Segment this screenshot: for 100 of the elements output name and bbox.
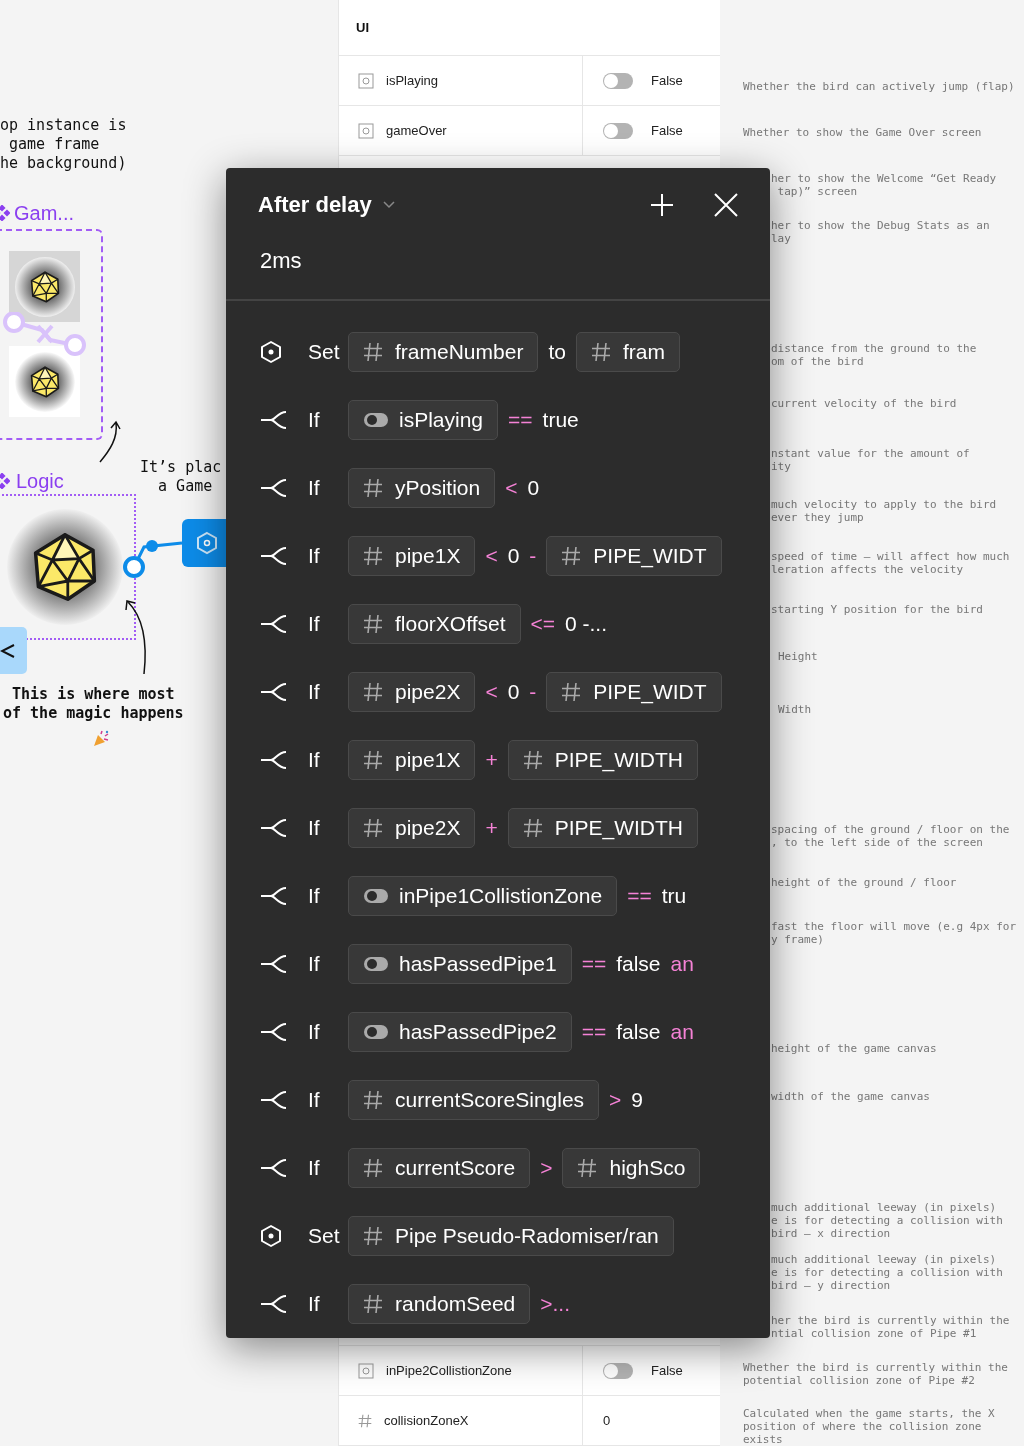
hexagon-icon — [196, 531, 218, 555]
keyword: If — [308, 679, 321, 706]
toggle-switch[interactable] — [603, 1362, 633, 1379]
hash-icon — [577, 1158, 598, 1178]
variable-chip[interactable]: PIPE_WIDTH — [507, 740, 698, 780]
operator: < — [505, 475, 518, 502]
variable-chip[interactable]: Pipe Pseudo-Radomiser/ran — [348, 1216, 674, 1256]
keyword: If — [308, 951, 321, 978]
branch-icon — [260, 750, 288, 770]
branch-icon — [260, 954, 288, 974]
hexagon-icon — [260, 340, 282, 364]
keyword: If — [308, 407, 321, 434]
toggle-switch[interactable] — [603, 72, 633, 89]
trigger-dropdown[interactable]: After delay — [258, 188, 396, 222]
keyword: If — [308, 475, 321, 502]
operator: == — [581, 951, 607, 978]
hash-icon — [363, 478, 383, 498]
variable-chip[interactable]: pipe1X — [348, 536, 476, 576]
variable-description: speed of time – will affect how much leration affects the velocity — [771, 550, 1010, 576]
polyhedron-drawing — [28, 270, 61, 303]
hash-icon — [363, 546, 383, 566]
keyword: Set — [308, 1223, 341, 1250]
keyword: If — [308, 747, 321, 774]
variable-chip[interactable]: pipe2X — [348, 808, 476, 848]
canvas-note: It’s plac a Game — [140, 458, 222, 496]
variable-name: collisionZoneX — [384, 1411, 469, 1430]
branch-icon — [260, 1090, 288, 1110]
keyword: If — [308, 1155, 321, 1182]
variable-description: Width — [778, 703, 812, 716]
operator: < — [485, 543, 498, 570]
branch-icon — [260, 1022, 288, 1042]
boolean-variable-icon — [358, 122, 374, 139]
variable-chip[interactable]: PIPE_WIDTH — [507, 808, 698, 848]
variable-chip[interactable]: isPlaying — [348, 400, 499, 440]
hash-icon — [363, 1158, 383, 1178]
variable-chip[interactable]: randomSeed — [348, 1284, 531, 1324]
variable-description: her to show the Welcome “Get Ready tap)” screen — [771, 172, 997, 198]
variable-chip[interactable]: pipe2X — [348, 672, 476, 712]
operator: an — [670, 1019, 694, 1046]
variable-chip[interactable]: pipe1X — [348, 740, 476, 780]
hash-icon — [363, 342, 383, 362]
variable-name: inPipe2CollistionZone — [386, 1361, 512, 1380]
variable-chip[interactable]: fram — [575, 332, 680, 372]
operator: >... — [540, 1291, 571, 1318]
toggle-switch[interactable] — [603, 122, 633, 139]
keyword: If — [308, 1087, 321, 1114]
variable-chip[interactable]: currentScore — [348, 1148, 531, 1188]
hash-icon — [358, 1413, 372, 1428]
variable-chip[interactable]: currentScoreSingles — [348, 1080, 600, 1120]
keyword: If — [308, 1019, 321, 1046]
branch-icon — [260, 478, 288, 498]
frame-label[interactable]: Logic — [16, 466, 64, 496]
branch-node[interactable] — [0, 627, 27, 674]
toggle-icon — [363, 956, 389, 972]
operator: == — [508, 407, 533, 434]
toggle-icon — [363, 1024, 389, 1040]
keyword: If — [308, 815, 321, 842]
branch-icon — [260, 546, 288, 566]
keyword: If — [308, 1291, 321, 1318]
hash-icon — [363, 682, 383, 702]
hash-icon — [561, 682, 582, 702]
operator: == — [581, 1019, 607, 1046]
value-text: 0 — [527, 475, 540, 502]
variable-value: 0 — [603, 1411, 611, 1430]
variable-description: height of the ground / floor — [771, 876, 957, 889]
value-text: true — [542, 407, 579, 434]
close-icon — [714, 192, 738, 217]
variable-chip[interactable]: yPosition — [348, 468, 496, 508]
variable-description: height of the game canvas — [771, 1042, 937, 1055]
keyword: If — [308, 543, 321, 570]
variable-name: isPlaying — [386, 71, 439, 90]
hash-icon — [363, 1294, 383, 1314]
branch-icon — [260, 682, 288, 702]
hash-icon — [561, 546, 582, 566]
variable-chip[interactable]: PIPE_WIDT — [546, 672, 722, 712]
canvas-note: op instance is game frame he background) — [0, 116, 127, 173]
hash-icon — [363, 1226, 383, 1246]
value-text: to — [548, 339, 566, 366]
variable-chip[interactable]: hasPassedPipe2 — [348, 1012, 572, 1052]
variable-name: gameOver — [386, 121, 447, 140]
variable-chip[interactable]: hasPassedPipe1 — [348, 944, 572, 984]
variable-description: width of the game canvas — [771, 1090, 930, 1103]
variable-description: current velocity of the bird — [771, 397, 957, 410]
delay-value[interactable]: 2ms — [260, 243, 302, 277]
variable-chip[interactable]: inPipe1CollistionZone — [348, 876, 618, 916]
variable-chip[interactable]: frameNumber — [348, 332, 539, 372]
value-text: 0 — [507, 679, 520, 706]
branch-icon — [260, 886, 288, 906]
boolean-variable-icon — [358, 72, 374, 89]
frame-label[interactable]: Gam... — [14, 198, 74, 228]
boolean-variable-icon — [358, 1362, 374, 1379]
operator: an — [670, 951, 694, 978]
branch-icon — [260, 818, 288, 838]
variable-chip[interactable]: PIPE_WIDT — [546, 536, 722, 576]
variable-chip[interactable]: floorXOffset — [348, 604, 521, 644]
variable-value: False — [651, 71, 683, 90]
hash-icon — [363, 818, 383, 838]
hexagon-icon — [260, 1224, 282, 1248]
variable-chip[interactable]: highSco — [562, 1148, 701, 1188]
branch-icon — [260, 410, 288, 430]
